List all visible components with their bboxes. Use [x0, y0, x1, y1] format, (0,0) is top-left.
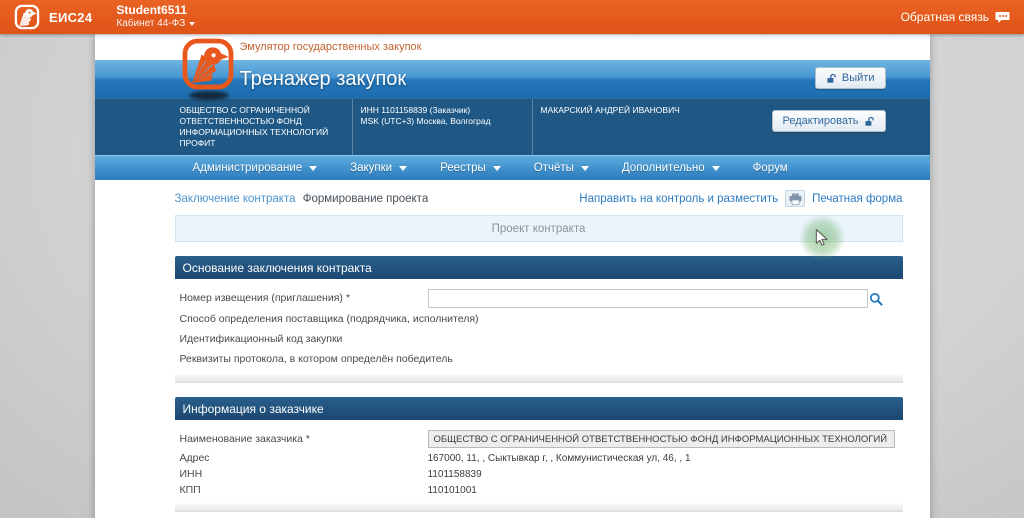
section-footer [175, 374, 903, 383]
org-name: ОБЩЕСТВО С ОГРАНИЧЕННОЙ ОТВЕТСТВЕННОСТЬЮ… [180, 99, 352, 155]
send-to-control-link[interactable]: Направить на контроль и разместить [579, 193, 778, 205]
cabinet-selector[interactable]: Кабинет 44-ФЗ [116, 18, 195, 30]
screen: { "colors": { "topbar_orange": "#e4591c"… [0, 0, 1024, 518]
nav-label: Отчёты [534, 162, 574, 174]
cabinet-label: Кабинет 44-ФЗ [116, 18, 185, 30]
open-lock-icon [864, 116, 875, 127]
top-app-bar: ЕИС24 Student6511 Кабинет 44-ФЗ Обратная… [0, 0, 1024, 34]
nav-additional[interactable]: Дополнительно [622, 162, 720, 174]
section-body: Наименование заказчика * Адрес 167000, 1… [175, 420, 903, 512]
field-row-notice-number: Номер извещения (приглашения) * [175, 287, 903, 309]
field-row-address: Адрес 167000, 11, , Сыктывкар г, , Комму… [175, 450, 903, 466]
section-header: Основание заключения контракта [175, 256, 903, 279]
triangle-down-icon [581, 166, 589, 171]
notice-number-label: Номер извещения (приглашения) * [180, 292, 428, 304]
triangle-down-icon [493, 166, 501, 171]
breadcrumb-current: Формирование проекта [303, 193, 429, 205]
nav-label: Реестры [440, 162, 486, 174]
printer-icon [789, 193, 802, 205]
nav-label: Администрирование [193, 162, 303, 174]
tab-bar: Проект контракта [175, 215, 903, 242]
tab-contract-project[interactable]: Проект контракта [492, 223, 586, 235]
org-timezone-line: MSK (UTC+3) Москва, Волгоград [361, 116, 524, 127]
breadcrumb-row: Заключение контракта Формирование проект… [175, 180, 903, 207]
nav-purchases[interactable]: Закупки [350, 162, 407, 174]
breadcrumb-contract-link[interactable]: Заключение контракта [175, 193, 296, 205]
edit-profile-button[interactable]: Редактировать [772, 110, 886, 132]
organization-bar: ОБЩЕСТВО С ОГРАНИЧЕННОЙ ОТВЕТСТВЕННОСТЬЮ… [95, 98, 930, 155]
section-contract-basis: Основание заключения контракта Номер изв… [175, 256, 903, 383]
main-nav: Администрирование Закупки Реестры Отчёты… [95, 155, 930, 180]
page-title: Тренажер закупок [240, 68, 407, 91]
triangle-down-icon [399, 166, 407, 171]
feedback-label: Обратная связь [901, 10, 989, 24]
logo-shadow [189, 91, 229, 100]
emulator-home-link[interactable]: Эмулятор государственных закупок [240, 41, 422, 53]
customer-name-input[interactable] [428, 430, 895, 448]
nav-administration[interactable]: Администрирование [193, 162, 318, 174]
section-footer [175, 503, 903, 512]
ikz-label: Идентификационный код закупки [180, 333, 343, 345]
org-details: ИНН 1101158839 (Заказчик) MSK (UTC+3) Мо… [352, 99, 532, 155]
inn-label: ИНН [180, 468, 428, 480]
speech-bubble-icon [995, 11, 1010, 24]
username: Student6511 [116, 4, 195, 18]
address-label: Адрес [180, 452, 428, 464]
breadcrumb: Заключение контракта Формирование проект… [175, 193, 429, 205]
triangle-down-icon [309, 166, 317, 171]
nav-label: Закупки [350, 162, 392, 174]
field-row-inn: ИНН 1101158839 [175, 466, 903, 482]
address-value: 167000, 11, , Сыктывкар г, , Коммунистич… [428, 453, 691, 464]
customer-name-label: Наименование заказчика * [180, 433, 428, 445]
print-button[interactable] [785, 190, 805, 207]
section-body: Номер извещения (приглашения) * Способ о… [175, 279, 903, 383]
org-inn-line: ИНН 1101158839 (Заказчик) [361, 105, 524, 116]
section-header: Информация о заказчике [175, 397, 903, 420]
main-page-card: Эмулятор государственных закупок Тренаже… [95, 34, 930, 518]
edit-label: Редактировать [783, 115, 859, 127]
field-row-protocol: Реквизиты протокола, в котором определён… [175, 349, 903, 369]
nav-label: Форум [753, 162, 788, 174]
eis-eagle-logo-icon [14, 4, 40, 30]
procurement-trainer-logo-icon [181, 37, 235, 91]
open-lock-icon [826, 73, 837, 84]
method-label: Способ определения поставщика (подрядчик… [180, 313, 479, 325]
notice-number-input[interactable] [428, 289, 868, 308]
user-block: Student6511 Кабинет 44-ФЗ [116, 4, 195, 29]
kpp-value: 110101001 [428, 485, 477, 496]
protocol-label: Реквизиты протокола, в котором определён… [180, 353, 453, 365]
notice-number-field [428, 289, 883, 308]
section-customer-info: Информация о заказчике Наименование зака… [175, 397, 903, 512]
kpp-label: КПП [180, 484, 428, 496]
logout-button[interactable]: Выйти [815, 67, 886, 89]
page-actions: Направить на контроль и разместить Печат… [579, 190, 902, 207]
feedback-link[interactable]: Обратная связь [901, 10, 1010, 24]
logout-label: Выйти [842, 72, 875, 84]
nav-registries[interactable]: Реестры [440, 162, 501, 174]
inn-value: 1101158839 [428, 469, 482, 480]
search-icon[interactable] [869, 292, 883, 309]
field-row-ikz: Идентификационный код закупки [175, 329, 903, 349]
field-row-kpp: КПП 110101001 [175, 482, 903, 498]
field-row-customer-name: Наименование заказчика * [175, 428, 903, 450]
nav-label: Дополнительно [622, 162, 705, 174]
chevron-down-icon [189, 22, 195, 26]
print-form-link[interactable]: Печатная форма [812, 193, 902, 205]
triangle-down-icon [712, 166, 720, 171]
nav-reports[interactable]: Отчёты [534, 162, 589, 174]
brand-name: ЕИС24 [49, 10, 92, 25]
field-row-method: Способ определения поставщика (подрядчик… [175, 309, 903, 329]
nav-forum[interactable]: Форум [753, 162, 788, 174]
page-content: Заключение контракта Формирование проект… [95, 180, 930, 518]
